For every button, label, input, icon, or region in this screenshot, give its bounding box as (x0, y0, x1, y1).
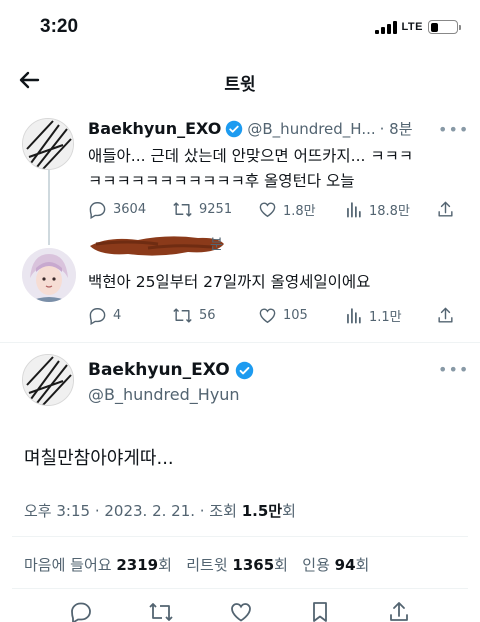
views-icon (347, 308, 361, 324)
like-button[interactable]: 1.8만 (258, 200, 344, 219)
retweet-icon (173, 202, 192, 217)
verified-badge-icon (226, 120, 243, 137)
reply-icon[interactable] (69, 600, 93, 622)
likes-value: 2319 (116, 556, 159, 574)
share-icon[interactable] (436, 200, 455, 219)
reply-icon (89, 202, 106, 219)
reply-count: 3604 (113, 202, 147, 217)
share-icon[interactable] (387, 600, 411, 622)
avatar-image (22, 248, 76, 302)
retweet-count: 56 (199, 308, 216, 323)
page-title: 트윗 (224, 75, 256, 95)
views-button[interactable]: 1.1만 (344, 306, 436, 325)
tweet-time: · 8분 (379, 120, 413, 138)
signal-icon (374, 20, 397, 34)
network-label: LTE (401, 21, 423, 33)
retweets-suffix: 회 (274, 556, 288, 574)
views-icon (347, 202, 361, 218)
more-options-icon[interactable]: ••• (438, 360, 469, 379)
timestamp-text: 오후 3:15 · 2023. 2. 21. · 조회 (24, 502, 242, 520)
quotes-stat[interactable]: 인용 94회 (302, 556, 369, 574)
reply-button[interactable]: 4 (88, 306, 172, 325)
tweet-timestamp: 오후 3:15 · 2023. 2. 21. · 조회 1.5만회 (24, 500, 296, 521)
views-suffix: 회 (282, 502, 296, 520)
retweets-value: 1365 (232, 556, 275, 574)
status-time: 3:20 (40, 16, 79, 37)
retweet-count: 9251 (199, 202, 233, 217)
likes-label: 마음에 들어요 (24, 556, 117, 574)
quotes-value: 94 (334, 556, 356, 574)
author-name[interactable]: Baekhyun_EXO (88, 360, 230, 380)
divider (12, 588, 468, 589)
reply-button[interactable]: 3604 (88, 200, 172, 219)
reply-icon (89, 308, 106, 325)
tweet2-actions: 4 56 105 1.1만 (88, 306, 455, 325)
avatar[interactable] (22, 118, 74, 170)
author-name[interactable]: Baekhyun_EXO (88, 119, 221, 138)
author-handle: @B_hundred_Hyun (88, 385, 240, 404)
retweet-button[interactable]: 56 (172, 306, 258, 325)
main-tweet-actions (0, 600, 480, 622)
bookmark-icon[interactable] (308, 600, 332, 622)
more-options-icon[interactable]: ••• (438, 120, 469, 139)
thread-line (48, 165, 50, 245)
tweet1-header: Baekhyun_EXO @B_hundred_H... · 8분 (88, 118, 413, 139)
retweet-icon[interactable] (148, 600, 174, 622)
likes-stat[interactable]: 마음에 들어요 2319회 (24, 556, 172, 574)
author-handle: @B_hundred_H... (247, 119, 376, 138)
redacted-username (90, 236, 224, 256)
retweet-icon (173, 308, 192, 323)
avatar[interactable] (22, 354, 74, 406)
share-icon[interactable] (436, 306, 455, 325)
tweet1-text: 애들아... 근데 샀는데 안맞으면 어뜨카지... ㅋㅋㅋ ㅋㅋㅋㅋㅋㅋㅋㅋㅋ… (88, 144, 468, 194)
retweets-label: 리트윗 (186, 556, 233, 574)
main-tweet-text: 며칠만참아야게따... (24, 448, 174, 469)
avatar-image (23, 355, 73, 405)
likes-suffix: 회 (158, 556, 172, 574)
tweet2-text: 백현아 25일부터 27일까지 올영세일이에요 (88, 273, 371, 291)
verified-badge-icon (235, 361, 253, 379)
divider (0, 342, 480, 343)
quotes-suffix: 회 (355, 556, 370, 574)
retweet-button[interactable]: 9251 (172, 200, 258, 219)
engagement-stats: 마음에 들어요 2319회 리트윗 1365회 인용 94회 (24, 554, 369, 575)
like-count: 105 (283, 308, 308, 323)
tweet-time: 분 (210, 237, 223, 253)
avatar[interactable] (22, 248, 76, 302)
heart-icon (259, 202, 276, 218)
tweet1-line2: ㅋㅋㅋㅋㅋㅋㅋㅋㅋㅋㅋ후 올영턴다 오늘 (88, 172, 355, 190)
divider (12, 536, 468, 537)
views-value: 1.5만 (241, 502, 283, 520)
battery-icon (428, 20, 461, 34)
main-tweet-author: Baekhyun_EXO (88, 360, 254, 380)
views-button[interactable]: 18.8만 (344, 200, 436, 219)
avatar-image (23, 119, 73, 169)
like-count: 1.8만 (283, 204, 316, 219)
like-button[interactable]: 105 (258, 306, 344, 325)
views-count: 18.8만 (369, 204, 410, 219)
views-count: 1.1만 (369, 310, 402, 325)
reply-count: 4 (113, 308, 122, 323)
heart-icon[interactable] (229, 600, 253, 622)
retweets-stat[interactable]: 리트윗 1365회 (186, 556, 288, 574)
status-indicators: LTE (374, 20, 461, 34)
heart-icon (259, 308, 276, 324)
tweet1-actions: 3604 9251 1.8만 18.8만 (88, 200, 455, 219)
quotes-label: 인용 (302, 556, 335, 574)
tweet1-line1: 애들아... 근데 샀는데 안맞으면 어뜨카지... ㅋㅋㅋ (88, 147, 414, 165)
